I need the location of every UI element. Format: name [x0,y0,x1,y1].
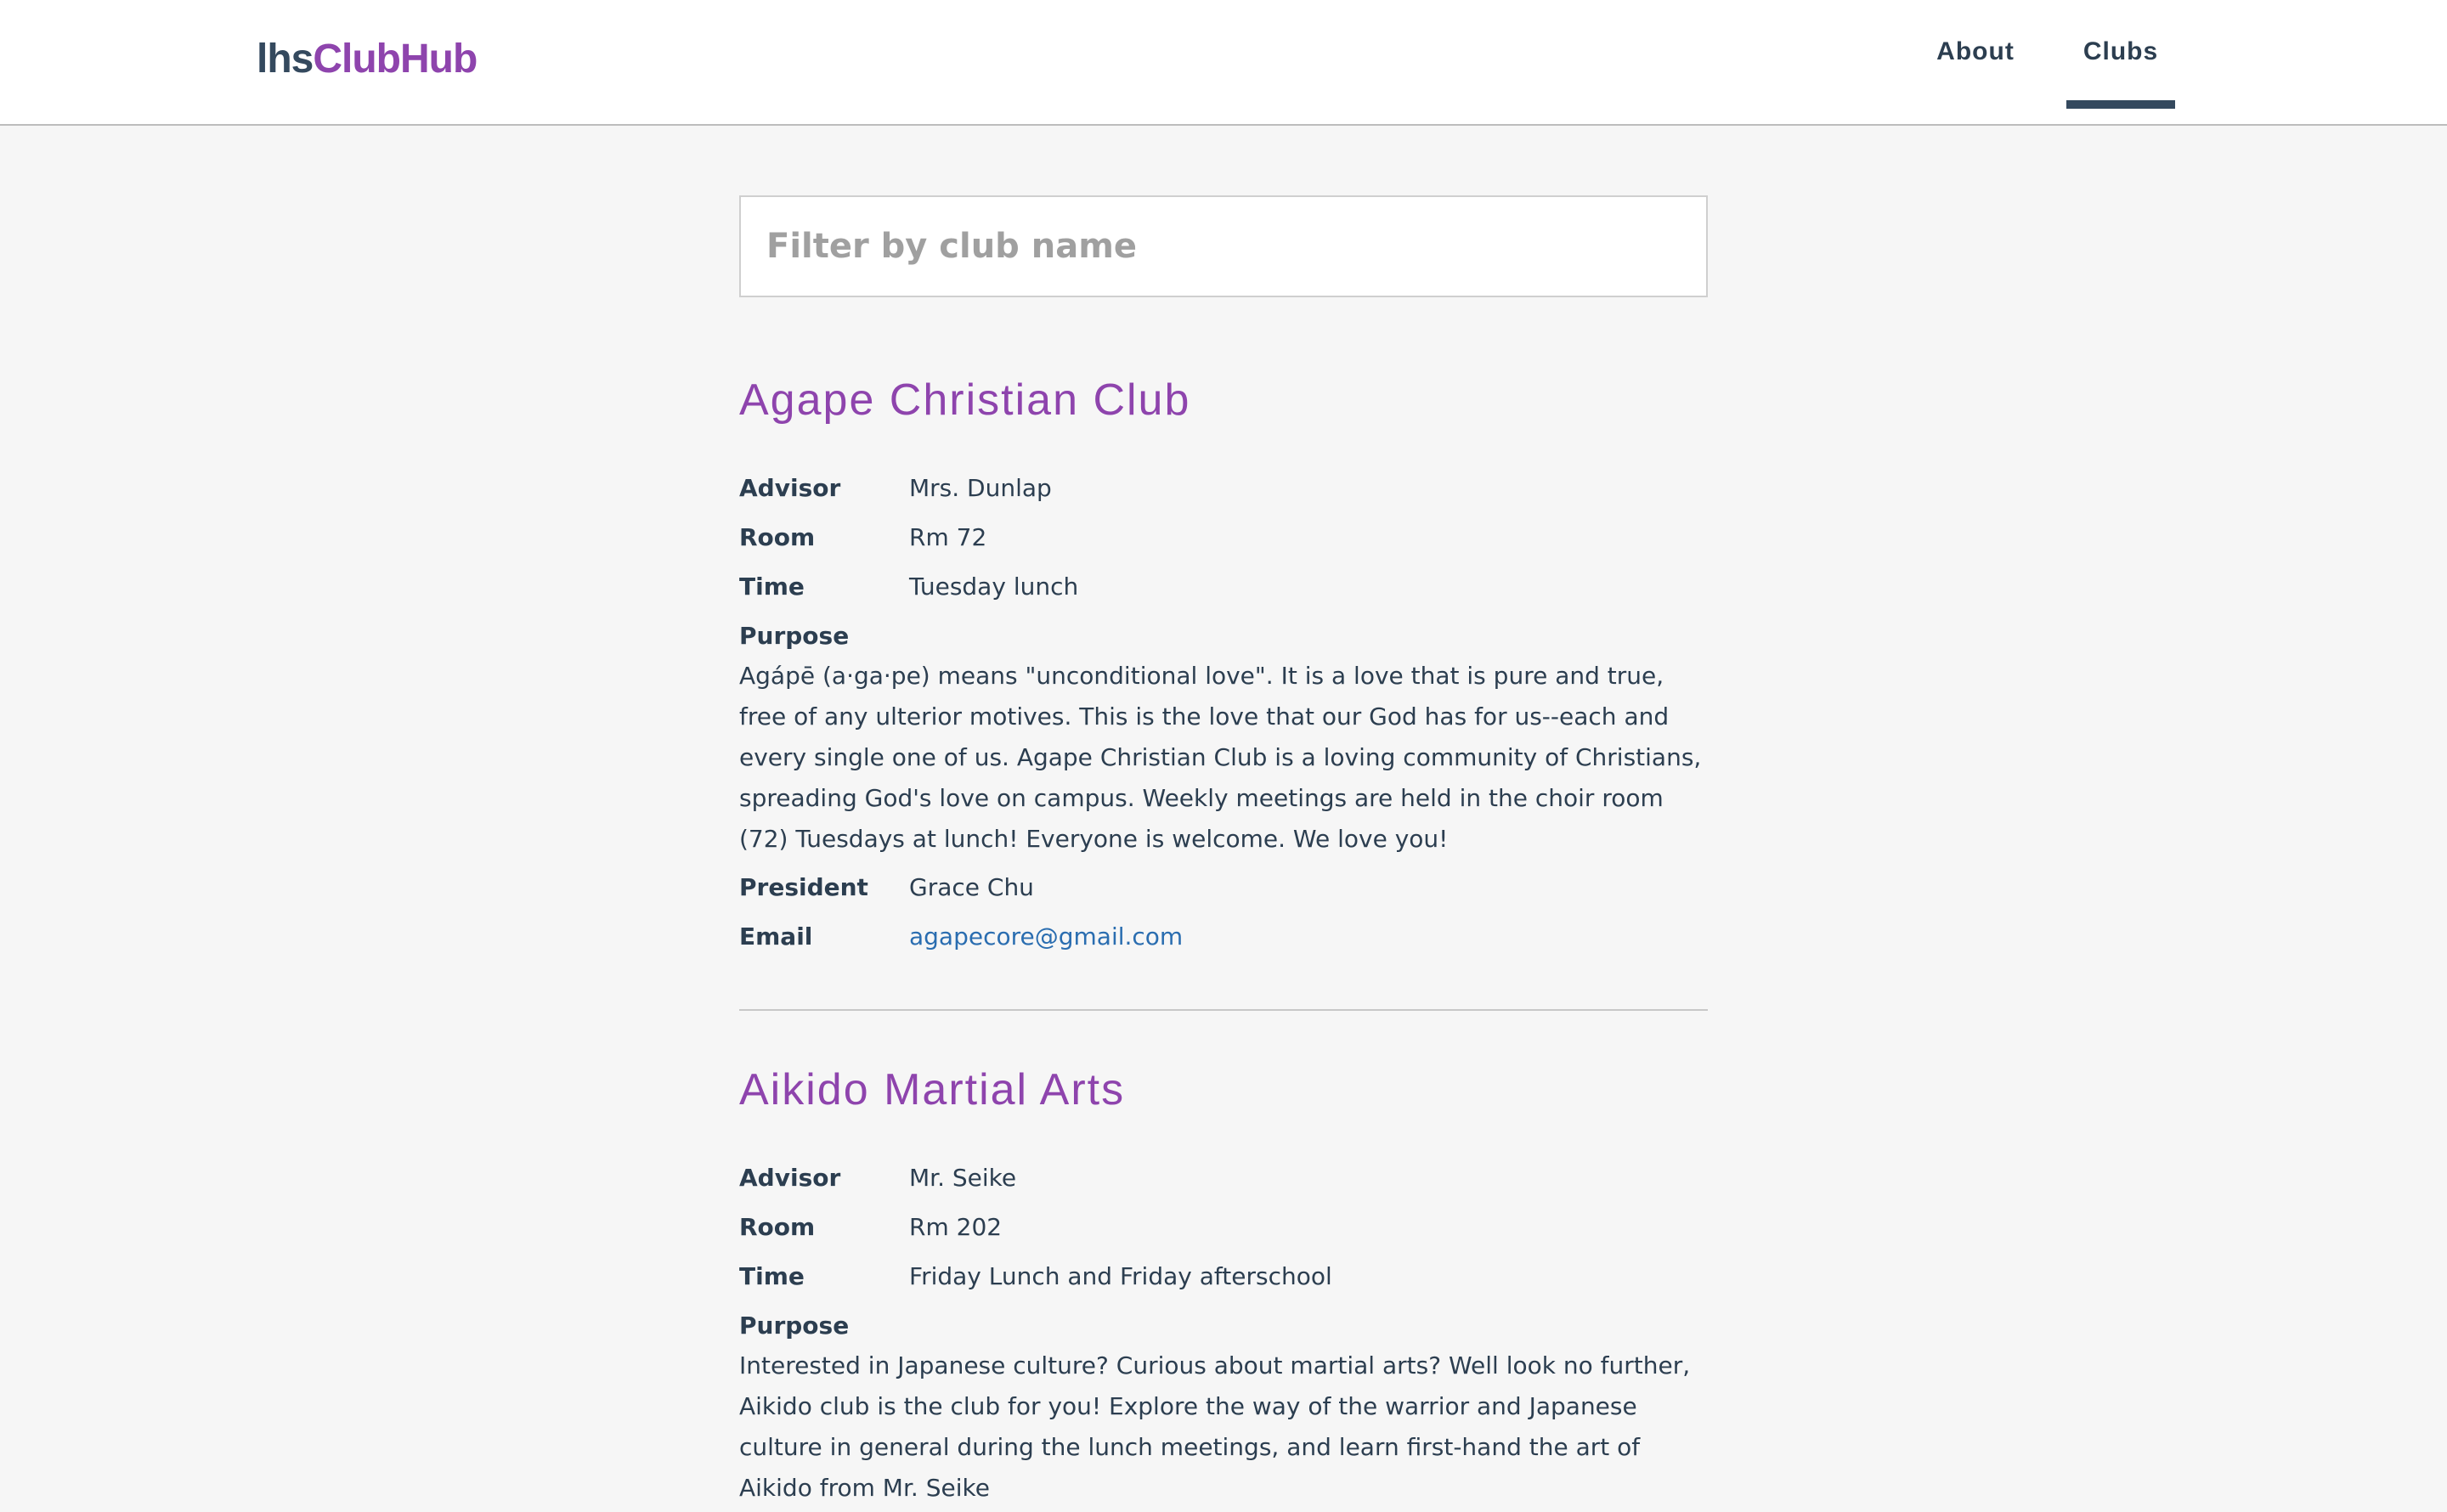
time-value: Tuesday lunch [909,573,1079,601]
room-row: Room Rm 72 [739,513,1708,562]
club-entry: Agape Christian Club Advisor Mrs. Dunlap… [739,374,1708,1011]
purpose-text: Interested in Japanese culture? Curious … [739,1351,1691,1502]
president-row: President Grace Chu [739,863,1708,912]
advisor-label: Advisor [739,474,841,502]
club-title: Agape Christian Club [739,375,1191,425]
president-value: Grace Chu [909,873,1034,901]
time-value: Friday Lunch and Friday afterschool [909,1262,1332,1290]
president-label: President [739,873,868,901]
logo-suffix: ClubHub [313,37,478,82]
advisor-value: Mrs. Dunlap [909,474,1052,502]
time-row: Time Friday Lunch and Friday afterschool [739,1252,1708,1301]
room-value: Rm 72 [909,523,987,551]
room-label: Room [739,1213,816,1241]
time-label: Time [739,573,805,601]
logo-prefix: lhs [257,37,314,82]
club-filter-input[interactable] [739,195,1708,297]
email-row: Email agapecore@gmail.com [739,912,1708,962]
room-row: Room Rm 202 [739,1203,1708,1252]
site-logo[interactable]: lhsClubHub [257,34,478,85]
advisor-row: Advisor Mrs. Dunlap [739,464,1708,513]
top-navbar: lhsClubHub About Clubs [0,0,2447,126]
email-link[interactable]: agapecore@gmail.com [909,912,1183,962]
advisor-label: Advisor [739,1164,841,1192]
club-title: Aikido Martial Arts [739,1065,1126,1114]
time-row: Time Tuesday lunch [739,562,1708,612]
email-label: Email [739,922,813,951]
club-divider [739,1009,1708,1011]
time-label: Time [739,1262,805,1290]
room-label: Room [739,523,816,551]
nav-about-link[interactable]: About [1920,37,2031,109]
advisor-value: Mr. Seike [909,1164,1017,1192]
purpose-label: Purpose [739,622,850,650]
club-list-container: Agape Christian Club Advisor Mrs. Dunlap… [739,195,1708,1512]
room-value: Rm 202 [909,1213,1003,1241]
advisor-row: Advisor Mr. Seike [739,1154,1708,1203]
nav-clubs-link[interactable]: Clubs [2066,37,2175,109]
active-nav-indicator [2066,100,2175,109]
club-entry: Aikido Martial Arts Advisor Mr. Seike Ro… [739,1063,1708,1509]
purpose-label: Purpose [739,1312,850,1340]
purpose-text: Agápē (a·ga·pe) means "unconditional lov… [739,662,1702,853]
